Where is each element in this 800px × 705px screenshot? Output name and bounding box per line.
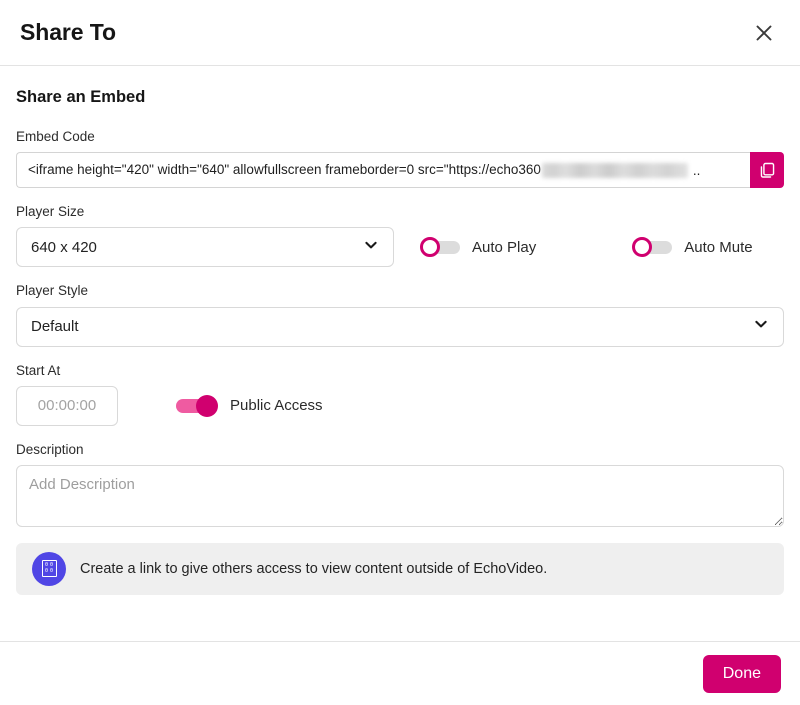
player-style-select[interactable]: Default [16,306,784,347]
auto-mute-toggle[interactable]: Auto Mute [632,237,753,258]
player-size-field-group: Player Size 640 x 420 Auto Play Auto Mut… [16,204,784,268]
public-access-switch [176,394,218,417]
player-size-row: 640 x 420 Auto Play Auto Mute [16,227,784,268]
auto-mute-switch [632,237,673,258]
switch-knob [196,394,218,417]
chevron-down-icon [753,316,769,337]
info-banner: 0 0 0 0 Create a link to give others acc… [16,542,784,595]
description-field-group: Description [16,442,784,527]
start-at-label: Start At [16,362,61,378]
close-button[interactable] [748,17,780,49]
chevron-down-icon [363,237,379,258]
embed-code-redaction [541,162,688,178]
section-heading: Share an Embed [16,88,146,106]
tofu-digit: 0 [49,568,53,575]
start-at-row: Public Access [16,385,784,426]
public-access-label: Public Access [230,397,323,415]
done-button[interactable]: Done [702,654,781,693]
player-size-select[interactable]: 640 x 420 [16,227,394,268]
info-banner-text: Create a link to give others access to v… [80,560,548,577]
player-style-field-group: Player Style Default [16,283,784,347]
description-label: Description [16,441,84,457]
embed-code-field-group: Embed Code <iframe height="420" width="6… [16,129,784,189]
embed-code-text: <iframe height="420" width="640" allowfu… [28,162,541,178]
start-at-input[interactable] [16,385,118,426]
dialog-header: Share To [0,0,800,66]
close-icon [755,24,773,42]
start-at-field-group: Start At Public Access [16,363,784,426]
switch-knob [420,237,440,258]
tofu-digit: 0 [44,568,48,575]
player-size-value: 640 x 420 [31,238,97,256]
embed-code-truncation: .. [692,162,701,178]
copy-embed-code-button[interactable] [750,152,784,189]
switch-knob [632,237,653,258]
dialog-footer: Done [0,641,800,705]
embed-code-row: <iframe height="420" width="640" allowfu… [16,152,784,189]
auto-play-toggle[interactable]: Auto Play [420,237,537,258]
auto-play-label: Auto Play [472,238,537,256]
public-access-toggle[interactable]: Public Access [176,394,323,417]
description-textarea[interactable] [16,464,784,527]
tofu-box: 0 0 0 0 [41,560,57,578]
auto-mute-label: Auto Mute [684,238,753,256]
share-to-dialog: Share To Share an Embed Embed Code <ifra… [0,0,800,705]
player-size-label: Player Size [16,204,85,220]
auto-play-switch [420,237,460,258]
embed-code-input[interactable]: <iframe height="420" width="640" allowfu… [16,152,750,189]
player-style-label: Player Style [16,283,89,299]
dialog-title: Share To [20,19,116,45]
missing-glyph-icon: 0 0 0 0 [32,551,66,586]
dialog-body: Share an Embed Embed Code <iframe height… [0,66,800,641]
copy-icon [759,162,776,179]
player-style-value: Default [31,318,79,336]
embed-code-label: Embed Code [16,129,95,144]
